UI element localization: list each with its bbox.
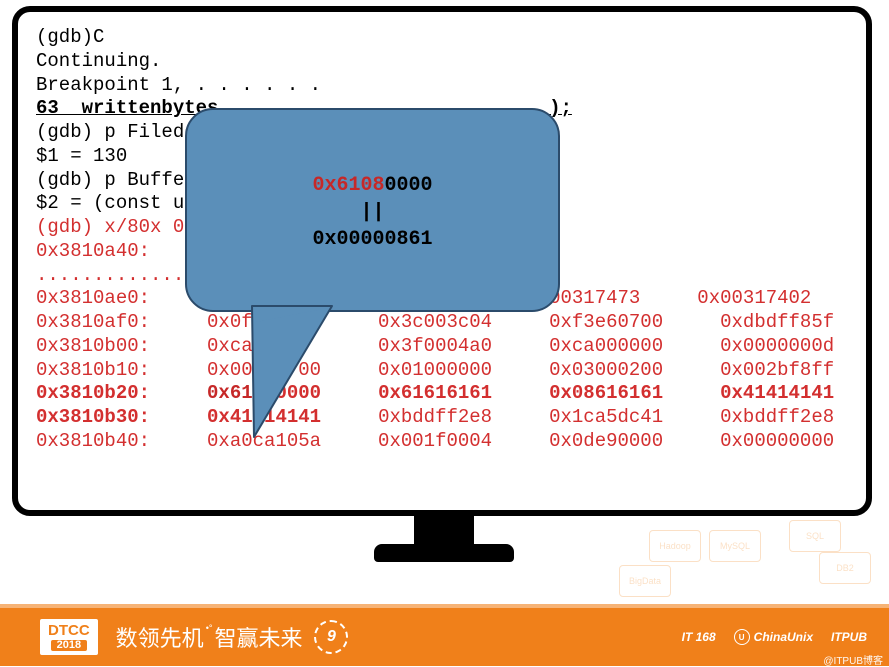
footer-accent — [0, 604, 889, 608]
footer-brands: IT 168 U ChinaUnix ITPUB — [682, 629, 867, 645]
brand-itpub: ITPUB — [831, 630, 867, 644]
dtcc-year: 2018 — [51, 640, 87, 651]
dtcc-badge: DTCC 2018 — [40, 619, 98, 655]
watermark-text: @ITPUB博客 — [823, 652, 883, 667]
gdb-line: (gdb)C — [36, 26, 104, 48]
brand-chinaunix-text: ChinaUnix — [754, 630, 813, 644]
footer-bar: DTCC 2018 数领先机•° 智赢未来 9 IT 168 U ChinaUni… — [0, 608, 889, 666]
u-circle-icon: U — [734, 629, 750, 645]
monitor-stand-neck — [414, 516, 474, 546]
hex-label: MySQL — [709, 530, 761, 562]
hex-label: Hadoop — [649, 530, 701, 562]
callout-line3: 0x00000861 — [187, 226, 558, 253]
gdb-line-src: 63 writtenbytes — [36, 97, 218, 119]
gdb-line: Continuing. — [36, 50, 161, 72]
hex-label: BigData — [619, 565, 671, 597]
slogan-text: 数领先机•° 智赢未来 9 — [116, 620, 349, 654]
gdb-line: (gdb) p Filedes — [36, 121, 207, 143]
mem-row: 0x3810af0: 0x0f0f 0x3c003c04 0xf3e60700 … — [36, 311, 834, 333]
mem-row: 0x3810b10: 0x0000 00 0x01000000 0x030002… — [36, 359, 834, 381]
slogan-part2: 智赢未来 — [214, 621, 302, 653]
hex-label: DB2 — [819, 552, 871, 584]
gdb-line: (gdb) p Buffer — [36, 169, 196, 191]
gdb-cmd: (gdb) x/80x 0x3 — [36, 216, 207, 238]
brand-chinaunix: U ChinaUnix — [734, 629, 813, 645]
callout-hex-bold: 0x6108 — [312, 174, 384, 197]
slogan-part1: 数领先机 — [116, 621, 204, 653]
gdb-line: $2 = (const uch — [36, 192, 207, 214]
hex-label: SQL — [789, 520, 841, 552]
mem-row: 0x3810b40: 0xa0ca105a 0x001f0004 0x0de90… — [36, 430, 834, 452]
mem-row-highlight-addr: 0x3810b20: — [36, 382, 207, 404]
mem-row: 0x3810b00: 0xca1e 0x3f0004a0 0xca000000 … — [36, 335, 834, 357]
gdb-line: $1 = 130 — [36, 145, 127, 167]
mem-row: ............... — [36, 264, 207, 286]
brand-it168: IT 168 — [682, 630, 716, 644]
callout-bubble: 0x61080000 || 0x00000861 — [185, 108, 560, 312]
decorative-hex-cluster: Hadoop MySQL SQL BigData DB2 — [609, 520, 889, 600]
callout-line1: 0x61080000 — [187, 172, 558, 199]
callout-line2: || — [187, 199, 558, 226]
nine-badge: 9 — [314, 620, 348, 654]
dtcc-text: DTCC — [48, 623, 90, 638]
gdb-line: Breakpoint 1, . . . . . . — [36, 74, 321, 96]
callout-hex-rest: 0000 — [385, 174, 433, 197]
mem-row: 0xbddff2e8 0x1ca5dc41 0xbddff2e8 — [378, 406, 834, 428]
slogan-dot-icon: •° — [206, 623, 213, 633]
monitor-stand-base — [374, 544, 514, 562]
